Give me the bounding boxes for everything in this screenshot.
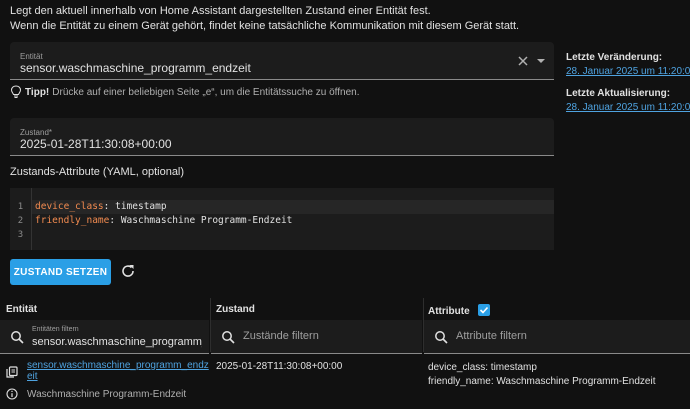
entity-field-label: Entität: [20, 52, 43, 61]
friendly-name: Waschmaschine Programm-Endzeit: [27, 389, 187, 400]
refresh-icon[interactable]: [120, 263, 136, 279]
intro-line-1: Legt den aktuell innerhalb von Home Assi…: [10, 5, 431, 17]
last-changed: Letzte Veränderung: 28. Januar 2025 um 1…: [566, 52, 690, 77]
attribute-line: device_class: timestamp: [428, 362, 537, 373]
code-line: device_class: timestamp: [32, 200, 554, 214]
yaml-value: Waschmaschine Programm-Endzeit: [115, 215, 293, 226]
attribute-line: friendly_name: Waschmaschine Programm-En…: [428, 376, 656, 387]
entity-field-value[interactable]: sensor.waschmaschine_programm_endzeit: [20, 61, 251, 75]
yaml-editor[interactable]: 1 2 3 device_class: timestamp friendly_n…: [10, 188, 554, 250]
yaml-key: device_class: [35, 201, 104, 212]
code-line: friendly_name: Waschmaschine Programm-En…: [35, 215, 293, 226]
tip-text: Drücke auf einer beliebigen Seite „e“, u…: [52, 86, 360, 98]
set-state-button[interactable]: ZUSTAND SETZEN: [10, 259, 111, 285]
copy-icon[interactable]: [6, 366, 18, 378]
last-changed-label: Letzte Veränderung:: [566, 52, 663, 63]
line-number: 3: [17, 230, 24, 240]
tip-bold: Tipp!: [25, 86, 50, 98]
entity-filter[interactable]: Entitäten filtern sensor.waschmaschine_p…: [0, 320, 209, 354]
intro-line-2: Wenn die Entität zu einem Gerät gehört, …: [10, 20, 520, 32]
attributes-filter-placeholder[interactable]: Attribute filtern: [456, 330, 527, 342]
state-input[interactable]: Zustand* 2025-01-28T11:30:08+00:00: [10, 118, 554, 156]
line-number: 2: [17, 216, 24, 226]
line-number: 1: [17, 202, 24, 212]
entity-picker[interactable]: Entität sensor.waschmaschine_programm_en…: [10, 42, 554, 80]
search-icon: [222, 331, 235, 344]
code-area[interactable]: device_class: timestamp friendly_name: W…: [32, 200, 554, 242]
yaml-key: friendly_name: [35, 215, 110, 226]
intro-text: Legt den aktuell innerhalb von Home Assi…: [10, 4, 570, 34]
state-filter[interactable]: Zustände filtern: [211, 320, 422, 354]
lightbulb-icon: [10, 85, 22, 98]
header-state: Zustand: [216, 304, 255, 315]
tip-hint: Tipp! Drücke auf einer beliebigen Seite …: [10, 85, 359, 99]
dropdown-arrow-icon[interactable]: [534, 54, 548, 68]
entity-id-link[interactable]: sensor.waschmaschine_programm_endzeit: [27, 360, 209, 382]
state-field-value[interactable]: 2025-01-28T11:30:08+00:00: [20, 137, 172, 151]
check-icon: [480, 306, 489, 314]
attributes-checkbox[interactable]: [478, 304, 491, 316]
entity-filter-label: Entitäten filtern: [32, 326, 79, 333]
state-filter-placeholder[interactable]: Zustände filtern: [243, 330, 319, 342]
entity-table: Entität Zustand Attribute Entitäten filt…: [0, 298, 690, 409]
last-updated-label: Letzte Aktualisierung:: [566, 88, 671, 99]
header-attributes-label: Attribute: [428, 306, 470, 317]
attributes-cell: device_class: timestamp friendly_name: W…: [428, 361, 656, 389]
state-cell: 2025-01-28T11:30:08+00:00: [216, 361, 343, 372]
yaml-value: timestamp: [109, 201, 167, 212]
attributes-filter[interactable]: Attribute filtern: [424, 320, 690, 354]
entity-filter-value[interactable]: sensor.waschmaschine_programm_end: [32, 336, 202, 348]
state-field-label: Zustand*: [20, 128, 53, 137]
last-updated: Letzte Aktualisierung: 28. Januar 2025 u…: [566, 88, 690, 113]
line-gutter: 1 2 3: [10, 188, 32, 250]
last-updated-link[interactable]: 28. Januar 2025 um 11:20:08: [566, 102, 690, 113]
clear-icon[interactable]: [516, 54, 530, 68]
header-entity: Entität: [6, 304, 38, 315]
search-icon: [435, 331, 448, 344]
search-icon: [11, 331, 24, 344]
header-attributes: Attribute: [428, 304, 491, 317]
info-icon[interactable]: [6, 388, 18, 400]
last-changed-link[interactable]: 28. Januar 2025 um 11:20:08: [566, 66, 690, 77]
attributes-title: Zustands-Attribute (YAML, optional): [10, 166, 185, 178]
